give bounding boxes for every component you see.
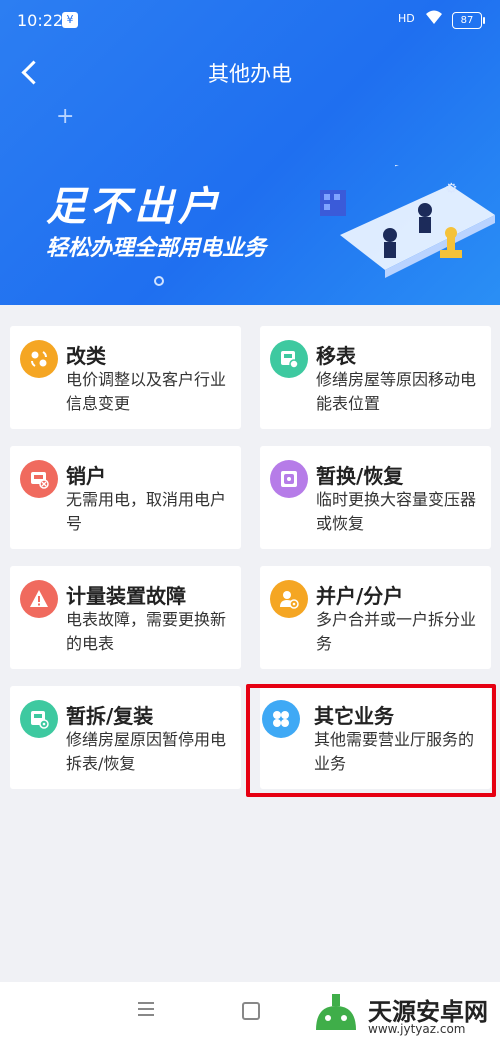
android-logo-icon: [316, 994, 356, 1030]
service-desc: 电表故障，需要更换新的电表: [66, 610, 227, 653]
svg-text:⚙: ⚙: [445, 181, 458, 197]
menu-icon[interactable]: [138, 1002, 154, 1016]
service-title: 计量装置故障: [66, 584, 186, 608]
service-card-close-account[interactable]: 销户 无需用电，取消用电户号: [10, 446, 241, 549]
wifi-icon: [424, 9, 444, 29]
service-card-move-meter[interactable]: 移表 修缮房屋等原因移动电能表位置: [260, 326, 491, 429]
page-title: 其他办电: [208, 62, 292, 86]
service-desc: 临时更换大容量变压器或恢复: [316, 490, 477, 533]
battery-icon: 87: [452, 12, 485, 29]
service-card-temp-swap[interactable]: 暂换/恢复 临时更换大容量变压器或恢复: [260, 446, 491, 549]
plus-decoration-icon: +: [56, 104, 75, 129]
service-title: 并户/分户: [316, 584, 404, 608]
watermark: 天源安卓网 www.jytyaz.com: [308, 990, 498, 1038]
status-bar: 10:22 ¥ HD 87: [0, 0, 500, 42]
service-desc: 电价调整以及客户行业信息变更: [66, 370, 227, 413]
highlight-frame: [246, 684, 496, 797]
service-card-merge-split[interactable]: 并户/分户 多户合并或一户拆分业务: [260, 566, 491, 669]
service-title: 暂拆/复装: [66, 704, 154, 728]
signal-icon: HD: [398, 12, 415, 25]
page-header: 10:22 ¥ HD 87 其他办电 + 足不出户 轻松办理全部用电业务 ⚙: [0, 0, 500, 305]
service-title: 移表: [316, 344, 356, 368]
warning-icon: [20, 580, 58, 618]
meter-pause-icon: [20, 700, 58, 738]
service-card-meter-fault[interactable]: 计量装置故障 电表故障，需要更换新的电表: [10, 566, 241, 669]
home-icon[interactable]: [242, 1002, 260, 1020]
dot-decoration-icon: [154, 276, 164, 286]
service-card-change-category[interactable]: 改类 电价调整以及客户行业信息变更: [10, 326, 241, 429]
service-title: 改类: [66, 344, 106, 368]
watermark-url: www.jytyaz.com: [368, 1022, 466, 1036]
notification-icon: ¥: [62, 12, 78, 28]
service-illustration-icon: ⚙: [320, 165, 495, 278]
swap-icon: [20, 340, 58, 378]
service-desc: 修缮房屋原因暂停用电拆表/恢复: [66, 730, 227, 773]
service-desc: 多户合并或一户拆分业务: [316, 610, 477, 653]
service-title: 销户: [66, 464, 106, 488]
title-bar: 其他办电: [0, 42, 500, 102]
banner-title: 足不出户: [46, 184, 222, 230]
user-gear-icon: [270, 580, 308, 618]
service-title: 暂换/恢复: [316, 464, 404, 488]
service-desc: 修缮房屋等原因移动电能表位置: [316, 370, 477, 413]
meter-move-icon: [270, 340, 308, 378]
transformer-icon: [270, 460, 308, 498]
banner-subtitle: 轻松办理全部用电业务: [46, 236, 267, 261]
service-desc: 无需用电，取消用电户号: [66, 490, 227, 533]
service-card-temp-removal[interactable]: 暂拆/复装 修缮房屋原因暂停用电拆表/恢复: [10, 686, 241, 789]
meter-cancel-icon: [20, 460, 58, 498]
status-time: 10:22: [17, 11, 64, 30]
